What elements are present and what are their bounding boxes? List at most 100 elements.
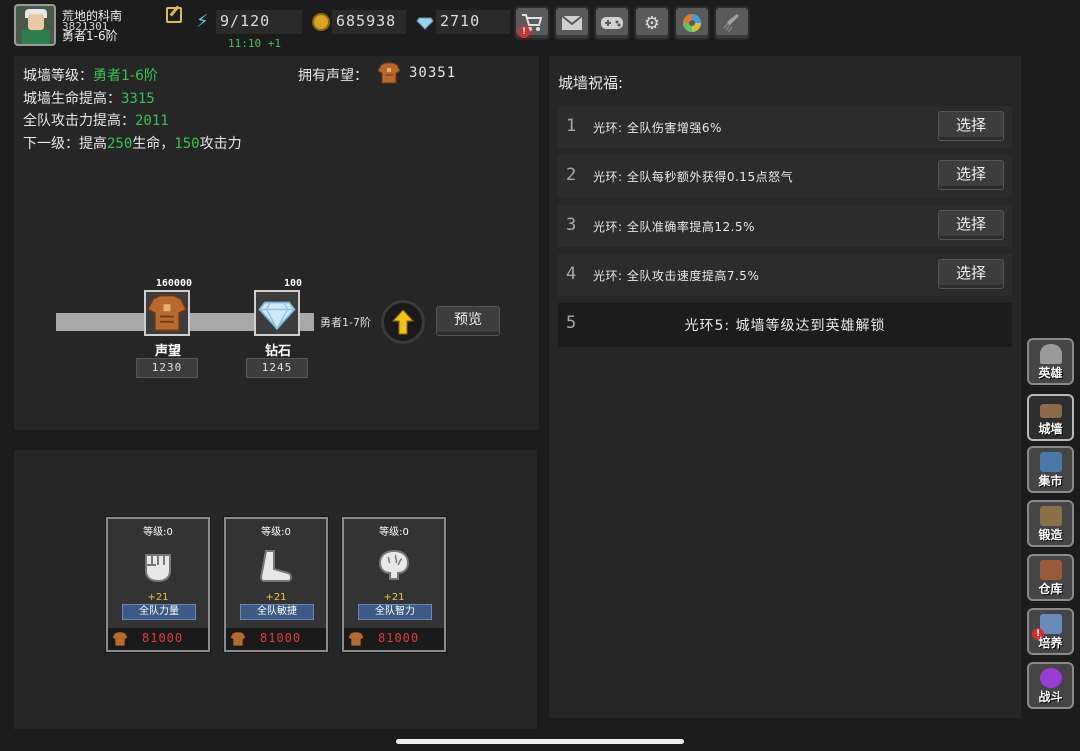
blessing-row-locked: 5 光环5: 城墙等级达到英雄解锁	[558, 303, 1012, 347]
shop-cart-button[interactable]: !	[514, 6, 550, 40]
nav-battle-label: 战斗	[1038, 690, 1063, 704]
attribute-name: 全队敏捷	[240, 604, 314, 620]
rocket-icon	[723, 14, 739, 33]
nav-forge-label: 锻造	[1038, 528, 1063, 542]
select-blessing-button[interactable]: 选择	[938, 160, 1004, 190]
nav-market-label: 集市	[1038, 474, 1063, 488]
shop-alert-badge: !	[518, 26, 530, 38]
attribute-name: 全队智力	[358, 604, 432, 620]
mail-button[interactable]	[554, 6, 590, 40]
blessing-lock-text: 光环5: 城墙等级达到英雄解锁	[684, 318, 886, 334]
attribute-cost: 81000	[142, 631, 184, 645]
nav-storage-button[interactable]: 仓库	[1027, 554, 1074, 601]
wall-level-line: 城墙等级：勇者1-6阶	[23, 65, 158, 85]
prestige-armor-icon	[230, 631, 246, 647]
nav-wall-button[interactable]: 城墙	[1027, 394, 1074, 441]
requirement-have: 1230	[136, 358, 198, 378]
helmet-icon	[1040, 344, 1062, 364]
player-avatar[interactable]	[14, 4, 56, 46]
gear-icon: ⚙	[643, 12, 661, 34]
rocket-button[interactable]	[714, 6, 750, 40]
prestige-armor-icon	[144, 290, 190, 336]
attribute-card-intelligence[interactable]: 等级:0 +21 全队智力 81000	[341, 516, 447, 653]
wall-hp-line: 城墙生命提高：3315	[23, 88, 155, 108]
next-rank-label: 勇者1-7阶	[320, 316, 371, 329]
brain-icon	[374, 547, 414, 583]
select-blessing-button[interactable]: 选择	[938, 210, 1004, 240]
blessing-row: 3 光环: 全队准确率提高12.5% 选择	[558, 205, 1012, 247]
next-level-line: 下一级：提高250生命，150攻击力	[23, 133, 242, 153]
next-level-mid: 生命，	[132, 136, 175, 152]
blessing-title: 城墙祝福:	[558, 74, 624, 92]
blessing-row: 2 光环: 全队每秒额外获得0.15点怒气 选择	[558, 155, 1012, 197]
nav-market-button[interactable]: 集市	[1027, 446, 1074, 493]
photo-button[interactable]	[674, 6, 710, 40]
attribute-bonus: +21	[383, 592, 405, 603]
attribute-cost: 81000	[260, 631, 302, 645]
top-bar: 荒地的科南 3821301 勇者1-6阶 ⚡ 9/120 11:10 +1 68…	[0, 0, 1080, 52]
nav-storage-label: 仓库	[1038, 582, 1063, 596]
avatar-cloak	[22, 30, 50, 44]
attribute-level: 等级:0	[261, 527, 291, 538]
blessing-number: 4	[566, 264, 577, 284]
diamond-icon	[254, 290, 300, 336]
gold-coin-icon	[312, 13, 330, 31]
wall-info-panel: 城墙等级：勇者1-6阶 城墙生命提高：3315 全队攻击力提高：2011 下一级…	[14, 56, 539, 430]
requirement-have: 1245	[246, 358, 308, 378]
gem-icon	[416, 13, 434, 31]
blessing-text: 光环: 全队伤害增强6%	[593, 121, 722, 135]
blessing-number: 1	[566, 116, 577, 136]
blessing-row: 4 光环: 全队攻击速度提高7.5% 选择	[558, 254, 1012, 296]
prestige-armor-icon	[112, 631, 128, 647]
select-blessing-button[interactable]: 选择	[938, 259, 1004, 289]
requirement-label: 声望	[154, 344, 181, 359]
blessing-text: 光环: 全队每秒额外获得0.15点怒气	[593, 170, 794, 184]
attribute-name: 全队力量	[122, 604, 196, 620]
anvil-icon	[1040, 506, 1062, 526]
attribute-card-strength[interactable]: 等级:0 +21 全队力量 81000	[105, 516, 211, 653]
wall-atk-line: 全队攻击力提高：2011	[23, 110, 169, 130]
castle-wall-icon	[1040, 404, 1062, 418]
nav-train-button[interactable]: ! 培养	[1027, 608, 1074, 655]
next-level-hp: 250	[107, 136, 133, 152]
nav-forge-button[interactable]: 锻造	[1027, 500, 1074, 547]
nav-hero-label: 英雄	[1038, 366, 1063, 380]
photo-aperture-icon	[683, 14, 701, 32]
edit-name-icon[interactable]	[166, 7, 182, 23]
upgrade-button[interactable]	[381, 300, 425, 344]
mail-icon	[561, 15, 583, 30]
next-level-atk: 150	[174, 136, 200, 152]
settings-button[interactable]: ⚙	[634, 6, 670, 40]
attribute-panel: 等级:0 +21 全队力量 81000 等级:0 +21 全队敏捷 81000 …	[14, 450, 537, 729]
nav-wall-label: 城墙	[1038, 422, 1063, 436]
energy-bolt-icon: ⚡	[196, 11, 209, 32]
gamepad-button[interactable]	[594, 6, 630, 40]
nav-train-label: 培养	[1038, 636, 1063, 650]
blessing-number: 3	[566, 215, 577, 235]
blessing-number: 2	[566, 165, 577, 185]
gem-counter: 2710	[436, 10, 510, 34]
foot-icon	[256, 547, 296, 583]
wall-hp-label: 城墙生命提高：	[23, 91, 121, 107]
attribute-bonus: +21	[147, 592, 169, 603]
attribute-level: 等级:0	[143, 527, 173, 538]
attribute-level: 等级:0	[379, 527, 409, 538]
attribute-cost-row: 81000	[344, 628, 444, 650]
nav-hero-button[interactable]: 英雄	[1027, 338, 1074, 385]
home-indicator[interactable]	[396, 739, 684, 744]
attribute-cost: 81000	[378, 631, 420, 645]
wall-atk-label: 全队攻击力提高：	[23, 113, 135, 129]
wall-level-label: 城墙等级：	[23, 68, 93, 84]
preview-button[interactable]: 预览	[436, 306, 500, 336]
attribute-card-agility[interactable]: 等级:0 +21 全队敏捷 81000	[223, 516, 329, 653]
gold-counter: 685938	[332, 10, 406, 34]
gamepad-icon	[601, 17, 623, 29]
energy-timer: 11:10 +1	[228, 37, 281, 50]
prestige-label: 拥有声望：	[298, 68, 368, 84]
blessing-text: 光环: 全队准确率提高12.5%	[593, 220, 755, 234]
prestige-armor-icon	[377, 61, 401, 85]
requirement-need: 100	[283, 278, 302, 289]
nav-battle-button[interactable]: 战斗	[1027, 662, 1074, 709]
select-blessing-button[interactable]: 选择	[938, 111, 1004, 141]
prestige-value: 30351	[409, 65, 457, 81]
